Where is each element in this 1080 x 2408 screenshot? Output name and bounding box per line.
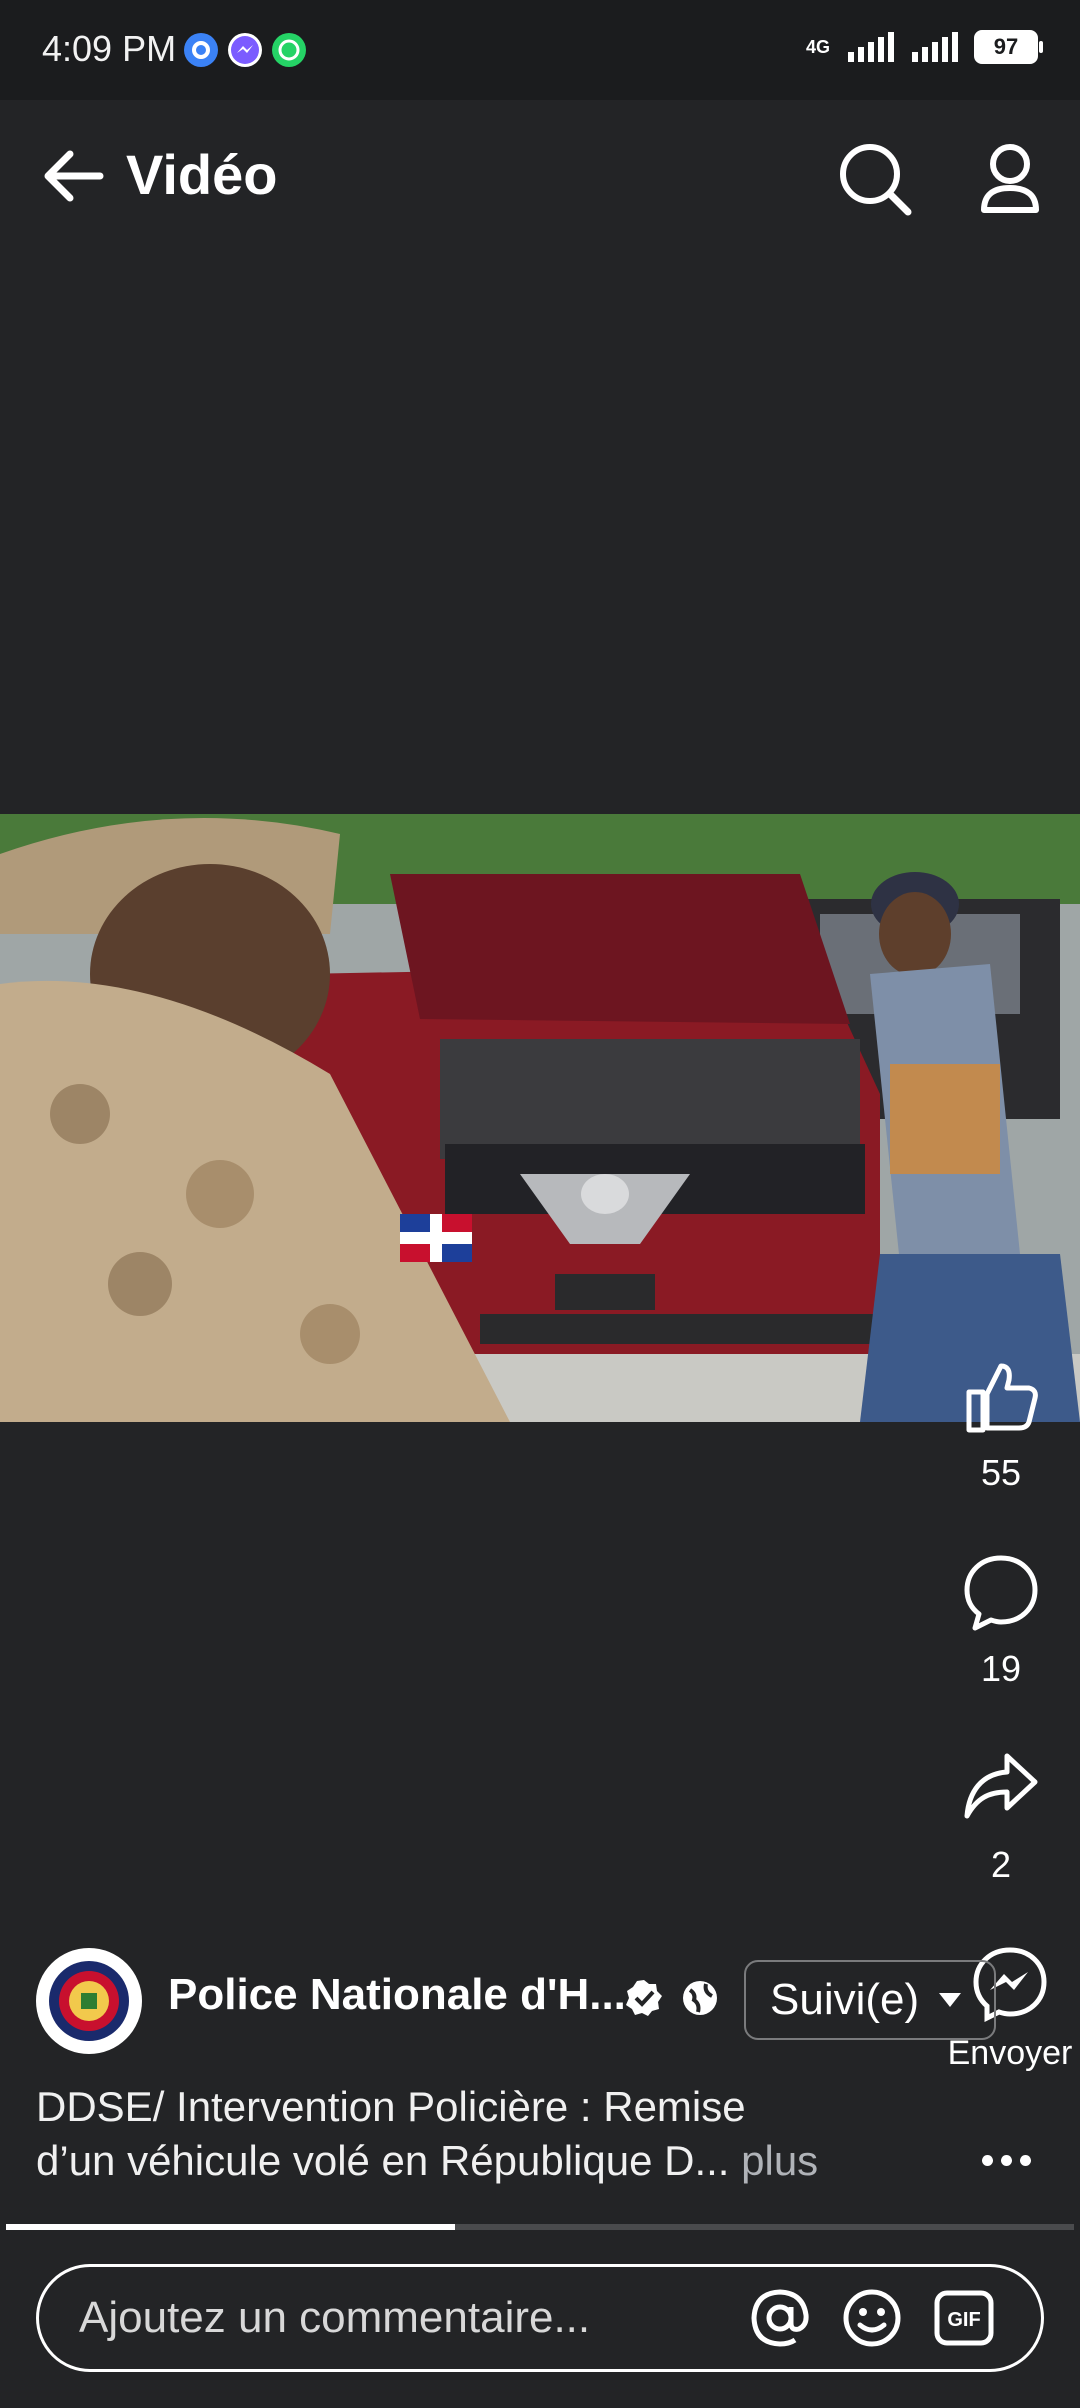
like-button[interactable]: 55 [946,1356,1056,1494]
back-arrow-icon [44,150,104,202]
settings-icon [184,33,218,67]
chevron-down-icon [939,1993,962,2007]
comment-button[interactable]: 19 [946,1552,1056,1690]
following-label: Suivi(e) [770,1975,920,2024]
search-button[interactable] [836,140,916,220]
share-count: 2 [990,1844,1012,1885]
police-badge-logo [39,1951,139,2051]
battery-icon: 97 [974,30,1043,64]
page-title: Vidéo [126,143,278,206]
caption-line-1: DDSE/ Intervention Policière : Remise [36,2083,746,2130]
svg-text:GIF: GIF [947,2309,980,2331]
like-icon [966,1363,1038,1433]
globe-icon [683,1981,717,2015]
more-dot-icon [1000,2154,1012,2166]
share-button[interactable]: 2 [946,1748,1056,1886]
video-frame [0,814,1080,1422]
signal-icon [848,32,894,62]
mention-button[interactable] [747,2285,813,2351]
messenger-icon [228,33,262,67]
more-dot-icon [1019,2154,1031,2166]
post-caption[interactable]: DDSE/ Intervention Policière : Remise d’… [36,2080,876,2188]
search-icon [840,144,912,216]
emoji-button[interactable] [839,2285,905,2351]
gif-button[interactable]: GIF [931,2285,997,2351]
whatsapp-icon [272,33,306,67]
smiley-icon [843,2289,901,2347]
more-dot-icon [981,2154,993,2166]
comment-count: 19 [980,1648,1022,1689]
video-progress-fill [6,2224,455,2230]
comment-input[interactable] [77,2292,721,2344]
more-options-button[interactable] [966,2140,1046,2180]
back-button[interactable] [36,140,108,212]
network-type: 4G [805,36,830,57]
comment-icon [964,1555,1038,1631]
profile-button[interactable] [970,140,1050,220]
verified-badge-icon [626,1980,662,2016]
status-time: 4:09 PM [42,28,177,69]
signal-icon-2 [912,32,958,62]
at-sign-icon [751,2289,809,2347]
status-indicators: 4G 97 [805,30,1043,64]
video-player[interactable] [0,814,1080,1422]
following-button[interactable]: Suivi(e) [744,1960,996,2040]
battery-level: 97 [993,34,1019,59]
page-avatar[interactable] [36,1948,142,2054]
page-name[interactable]: Police Nationale d'H... [168,1970,626,2020]
share-icon [964,1753,1038,1819]
video-progress-bar[interactable] [6,2224,1074,2230]
gif-icon: GIF [934,2290,994,2346]
see-more-link[interactable]: plus [741,2137,818,2184]
like-count: 55 [980,1452,1022,1493]
comment-box: GIF [36,2264,1044,2372]
profile-icon [981,144,1039,213]
caption-line-2: d’un véhicule volé en République D... [36,2137,730,2184]
